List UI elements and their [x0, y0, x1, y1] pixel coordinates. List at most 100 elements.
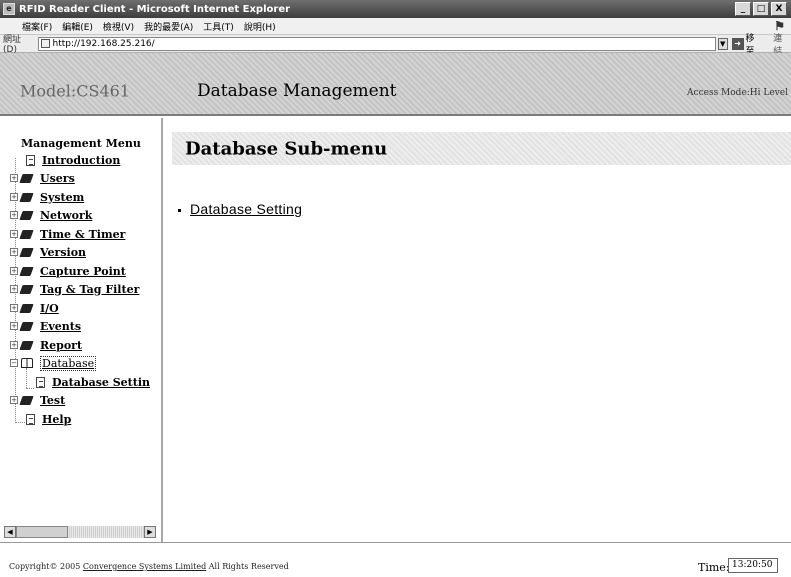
scroll-thumb[interactable]	[16, 526, 68, 538]
expand-icon[interactable]: +	[10, 211, 18, 219]
book-icon	[21, 341, 32, 350]
tree-line	[26, 388, 34, 389]
address-input[interactable]: http://192.168.25.216/	[37, 36, 716, 51]
expand-icon[interactable]: +	[10, 396, 18, 404]
document-icon	[36, 376, 45, 388]
sidebar-item-time-timer[interactable]: + Time & Timer	[10, 226, 125, 242]
page-header: Model:CS461 Database Management Access M…	[0, 53, 791, 116]
sidebar-item-version[interactable]: + Version	[10, 244, 86, 260]
sidebar-item-label: Network	[40, 208, 93, 222]
sidebar-item-network[interactable]: + Network	[10, 207, 92, 223]
sidebar-item-label: Users	[40, 171, 75, 185]
address-bar: 網址(D) http://192.168.25.216/ ▼ ➜ 移至 連結	[0, 34, 791, 57]
copyright-prefix: Copyright© 2005	[9, 562, 83, 571]
access-mode-label: Access Mode:Hi Level	[687, 88, 788, 98]
expand-icon[interactable]: +	[10, 304, 18, 312]
book-icon	[21, 322, 32, 331]
sidebar-item-users[interactable]: + Users	[10, 170, 75, 186]
close-button[interactable]: X	[771, 2, 787, 16]
book-icon	[21, 193, 32, 202]
main-content: Database Sub-menu Database Setting	[165, 118, 791, 542]
ie-app-icon: e	[3, 3, 15, 15]
book-icon	[21, 396, 32, 405]
management-sidebar: Management Menu Introduction + Users + S…	[0, 118, 163, 542]
sidebar-item-label: Test	[40, 393, 66, 407]
sidebar-item-tag-filter[interactable]: + Tag & Tag Filter	[10, 281, 139, 297]
sidebar-item-label: Capture Point	[40, 264, 126, 278]
menu-bar: 檔案(F) 編輯(E) 檢視(V) 我的最愛(A) 工具(T) 說明(H) ⚑	[0, 18, 791, 35]
expand-icon[interactable]: +	[10, 248, 18, 256]
page-footer: Copyright© 2005 Convergence Systems Limi…	[0, 542, 791, 577]
address-dropdown-icon[interactable]: ▼	[717, 37, 728, 50]
sidebar-item-report[interactable]: + Report	[10, 337, 82, 353]
sidebar-item-help[interactable]: Help	[26, 411, 71, 427]
tree-line	[15, 422, 25, 423]
book-icon	[21, 267, 32, 276]
sidebar-item-database-setting[interactable]: Database Settin	[36, 374, 150, 390]
company-link[interactable]: Convergence Systems Limited	[83, 562, 206, 571]
sub-menu-title-bar: Database Sub-menu	[172, 132, 791, 165]
sidebar-item-label: Time & Timer	[40, 227, 126, 241]
book-icon	[21, 174, 32, 183]
window-title: RFID Reader Client - Microsoft Internet …	[19, 3, 291, 15]
sidebar-item-system[interactable]: + System	[10, 189, 84, 205]
maximize-button[interactable]: □	[753, 2, 769, 16]
expand-icon[interactable]: +	[10, 174, 18, 182]
document-icon	[26, 413, 35, 425]
sidebar-item-test[interactable]: + Test	[10, 392, 65, 408]
window-titlebar: e RFID Reader Client - Microsoft Interne…	[0, 0, 791, 18]
address-label: 網址(D)	[3, 35, 22, 55]
page-title: Database Management	[197, 81, 397, 101]
sidebar-item-capture-point[interactable]: + Capture Point	[10, 263, 126, 279]
scroll-track[interactable]	[16, 526, 144, 538]
sidebar-item-database[interactable]: − Database	[10, 355, 97, 371]
document-icon	[26, 154, 35, 166]
expand-icon[interactable]: +	[10, 193, 18, 201]
sidebar-item-label: Report	[40, 338, 83, 352]
sidebar-item-label: Introduction	[42, 153, 121, 167]
window-controls: _ □ X	[735, 2, 787, 16]
address-url: http://192.168.25.216/	[52, 38, 155, 49]
minimize-button[interactable]: _	[735, 2, 751, 16]
menu-view[interactable]: 檢視(V)	[103, 20, 134, 33]
sidebar-item-label: System	[40, 190, 85, 204]
sidebar-item-label: I/O	[40, 301, 59, 315]
go-arrow-icon: ➜	[731, 37, 744, 50]
time-field: 13:20:50	[728, 558, 778, 573]
scroll-left-icon[interactable]: ◀	[4, 526, 16, 538]
model-label: Model:CS461	[20, 81, 130, 101]
sidebar-item-events[interactable]: + Events	[10, 318, 81, 334]
menu-favorites[interactable]: 我的最愛(A)	[144, 20, 193, 33]
sub-menu-list-item: Database Setting	[178, 201, 302, 217]
sidebar-heading: Management Menu	[21, 137, 141, 150]
copyright-suffix: All Rights Reserved	[206, 562, 289, 571]
database-setting-link[interactable]: Database Setting	[190, 201, 302, 217]
menu-file[interactable]: 檔案(F)	[22, 20, 52, 33]
collapse-icon[interactable]: −	[10, 359, 18, 367]
book-icon	[21, 211, 32, 220]
expand-icon[interactable]: +	[10, 322, 18, 330]
menu-tools[interactable]: 工具(T)	[203, 20, 234, 33]
book-icon	[21, 248, 32, 257]
menu-help[interactable]: 說明(H)	[244, 20, 276, 33]
scroll-right-icon[interactable]: ▶	[144, 526, 156, 538]
sidebar-item-label: Version	[40, 245, 87, 259]
expand-icon[interactable]: +	[10, 341, 18, 349]
book-icon	[21, 285, 32, 294]
copyright-text: Copyright© 2005 Convergence Systems Limi…	[9, 562, 289, 571]
bullet-icon	[178, 208, 181, 212]
book-icon	[21, 304, 32, 313]
sidebar-item-io[interactable]: + I/O	[10, 300, 59, 316]
expand-icon[interactable]: +	[10, 285, 18, 293]
sidebar-item-introduction[interactable]: Introduction	[26, 152, 120, 168]
menu-edit[interactable]: 編輯(E)	[62, 20, 93, 33]
sub-menu-title: Database Sub-menu	[185, 138, 388, 159]
open-book-icon	[21, 358, 33, 368]
time-label: Time:	[698, 561, 730, 574]
book-icon	[21, 230, 32, 239]
sidebar-horizontal-scrollbar[interactable]: ◀ ▶	[4, 526, 156, 538]
page-icon	[40, 39, 50, 48]
expand-icon[interactable]: +	[10, 230, 18, 238]
sidebar-item-label: Database	[40, 355, 97, 371]
expand-icon[interactable]: +	[10, 267, 18, 275]
